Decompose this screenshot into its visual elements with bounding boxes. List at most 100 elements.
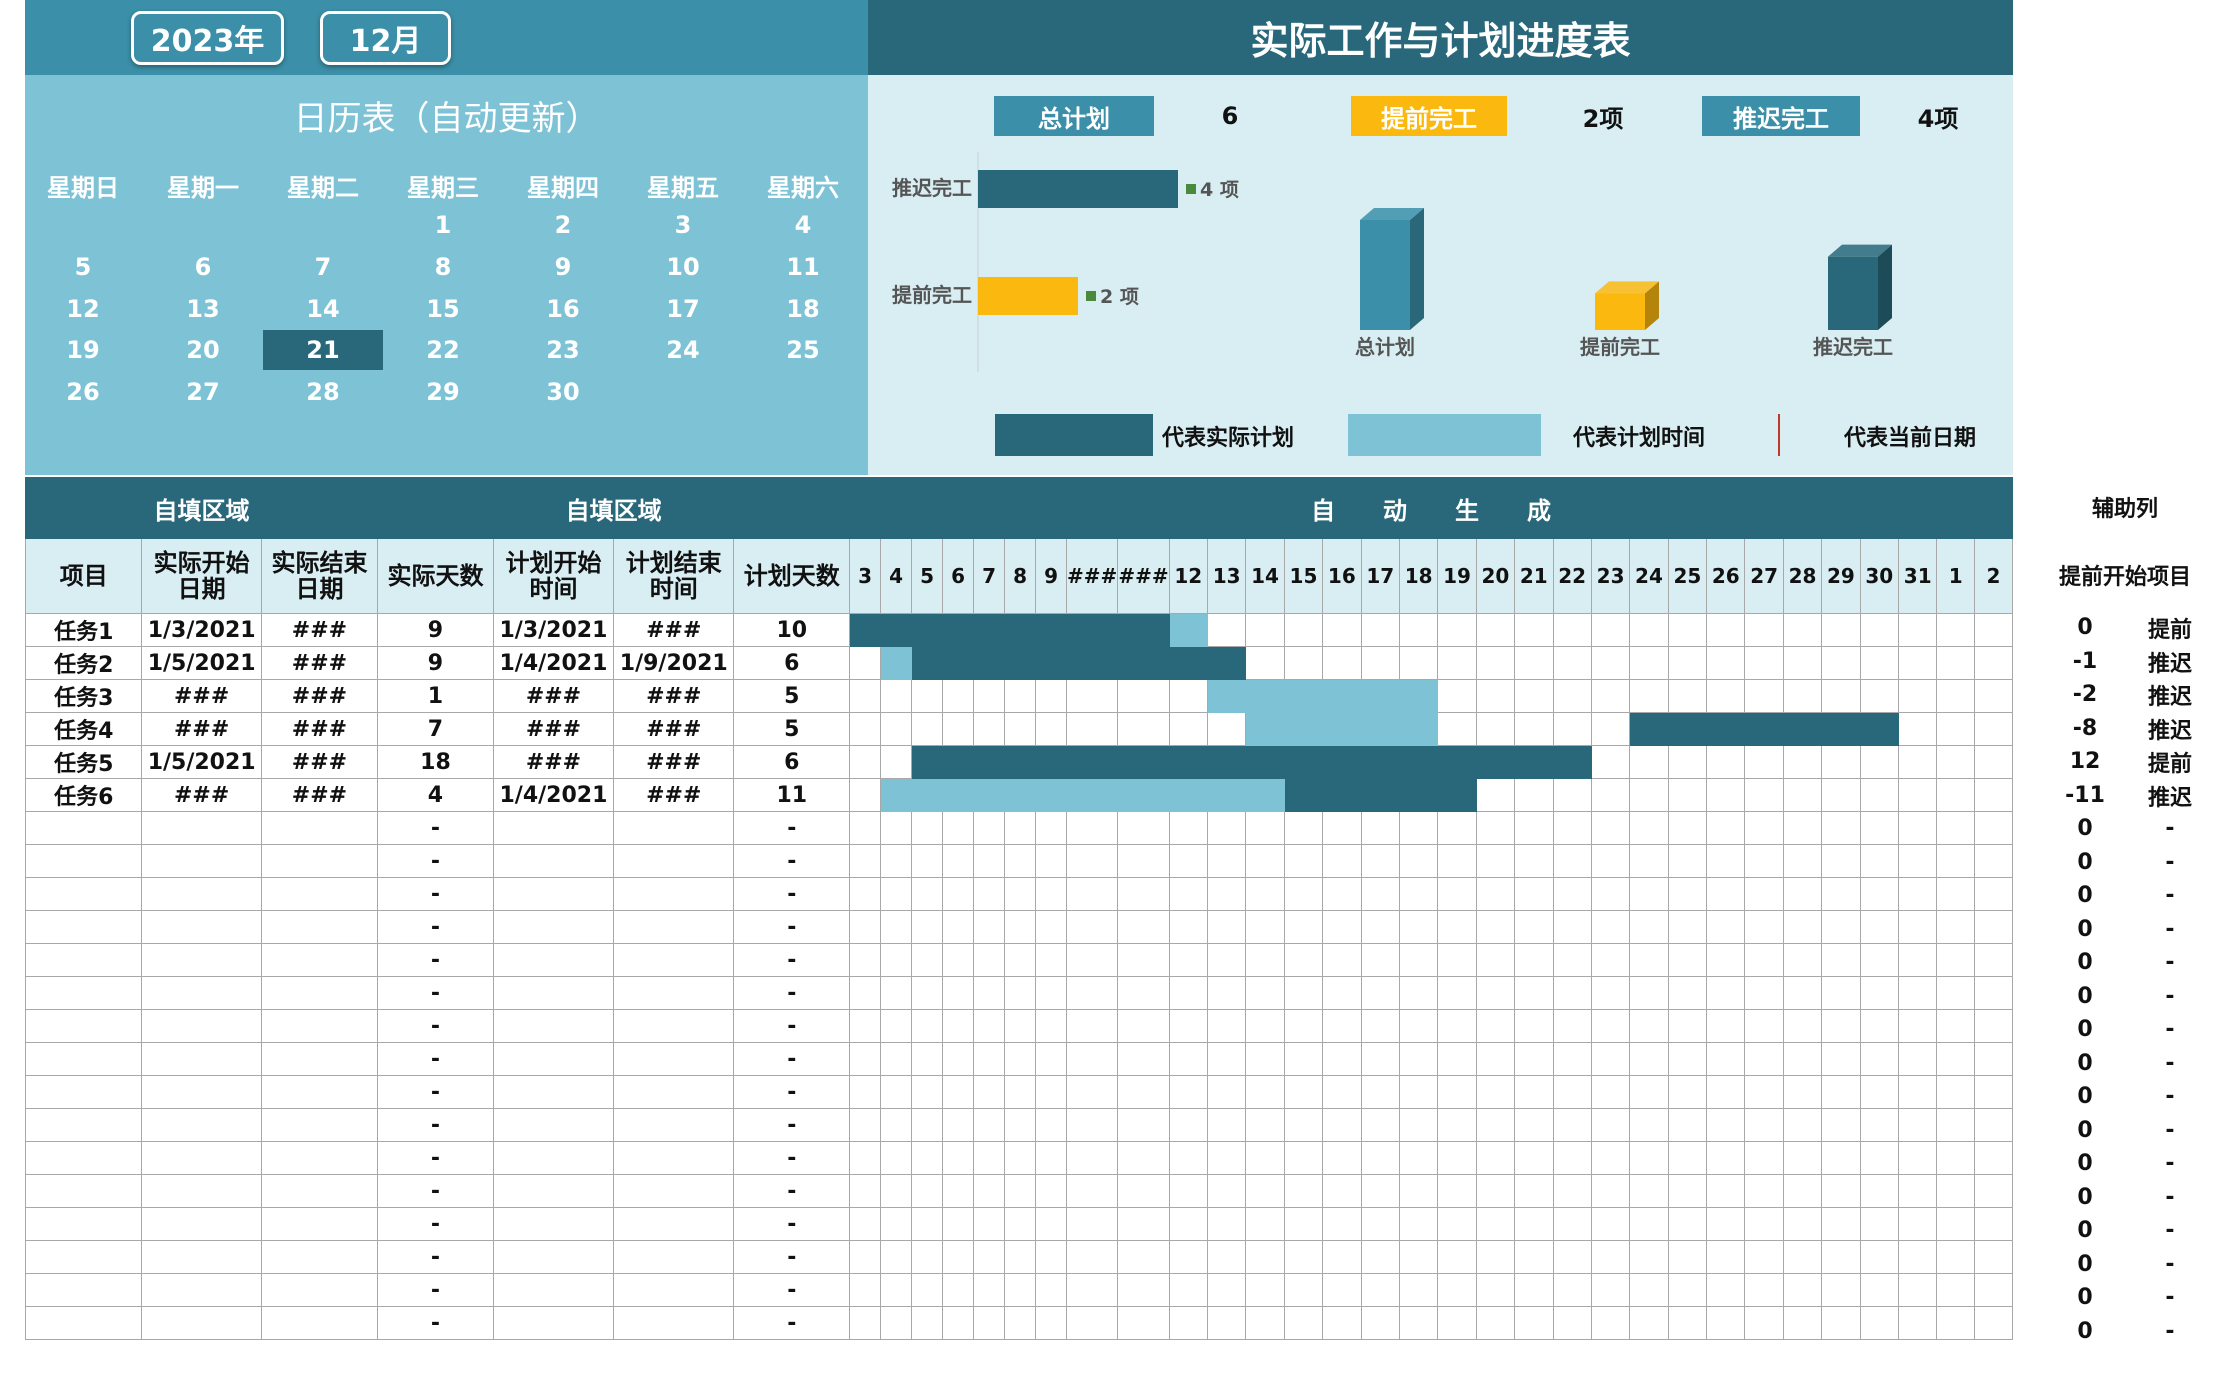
- cell-empty[interactable]: [24, 910, 143, 944]
- cell-empty[interactable]: [141, 844, 262, 878]
- cell-empty[interactable]: [613, 1240, 735, 1274]
- cell-dash[interactable]: -: [733, 811, 851, 845]
- cell-dash[interactable]: -: [377, 1075, 494, 1109]
- cell-empty[interactable]: [24, 877, 143, 911]
- cell-empty[interactable]: [141, 811, 262, 845]
- cell-empty[interactable]: [260, 976, 379, 1010]
- cell-empty[interactable]: [260, 1306, 379, 1340]
- cell-name[interactable]: 任务2: [24, 646, 143, 680]
- calendar-day[interactable]: 19: [23, 330, 143, 370]
- cell-p_days[interactable]: 11: [733, 778, 851, 812]
- cell-empty[interactable]: [141, 1042, 262, 1076]
- cell-dash[interactable]: -: [733, 844, 851, 878]
- cell-p_start[interactable]: 1/4/2021: [492, 778, 615, 812]
- calendar-day[interactable]: 8: [383, 247, 503, 287]
- cell-dash[interactable]: -: [733, 943, 851, 977]
- cell-dash[interactable]: -: [377, 976, 494, 1010]
- cell-dash[interactable]: -: [733, 1141, 851, 1175]
- calendar-day[interactable]: 15: [383, 289, 503, 329]
- cell-empty[interactable]: [492, 943, 615, 977]
- cell-p_end[interactable]: ###: [613, 712, 735, 746]
- cell-empty[interactable]: [613, 1042, 735, 1076]
- cell-a_end[interactable]: ###: [260, 778, 379, 812]
- cell-a_days[interactable]: 9: [377, 646, 494, 680]
- cell-empty[interactable]: [613, 1306, 735, 1340]
- cell-empty[interactable]: [492, 1174, 615, 1208]
- cell-empty[interactable]: [492, 910, 615, 944]
- cell-empty[interactable]: [24, 1174, 143, 1208]
- calendar-day[interactable]: 28: [263, 372, 383, 412]
- cell-dash[interactable]: -: [733, 1174, 851, 1208]
- cell-dash[interactable]: -: [377, 1207, 494, 1241]
- calendar-day[interactable]: 29: [383, 372, 503, 412]
- calendar-day[interactable]: 9: [503, 247, 623, 287]
- cell-a_end[interactable]: ###: [260, 745, 379, 779]
- cell-empty[interactable]: [613, 1273, 735, 1307]
- calendar-day[interactable]: 5: [23, 247, 143, 287]
- year-selector[interactable]: 2023年: [131, 11, 284, 65]
- calendar-day[interactable]: 3: [623, 205, 743, 245]
- cell-empty[interactable]: [141, 1174, 262, 1208]
- cell-empty[interactable]: [141, 976, 262, 1010]
- cell-name[interactable]: 任务4: [24, 712, 143, 746]
- cell-empty[interactable]: [492, 1207, 615, 1241]
- cell-a_days[interactable]: 7: [377, 712, 494, 746]
- cell-empty[interactable]: [24, 844, 143, 878]
- cell-p_days[interactable]: 6: [733, 646, 851, 680]
- cell-empty[interactable]: [24, 1108, 143, 1142]
- cell-dash[interactable]: -: [377, 1174, 494, 1208]
- cell-empty[interactable]: [141, 1273, 262, 1307]
- cell-empty[interactable]: [260, 844, 379, 878]
- cell-empty[interactable]: [260, 1141, 379, 1175]
- cell-empty[interactable]: [613, 1141, 735, 1175]
- cell-empty[interactable]: [613, 844, 735, 878]
- cell-empty[interactable]: [492, 877, 615, 911]
- cell-empty[interactable]: [24, 1207, 143, 1241]
- calendar-day[interactable]: 11: [743, 247, 863, 287]
- cell-empty[interactable]: [613, 1174, 735, 1208]
- cell-dash[interactable]: -: [733, 976, 851, 1010]
- cell-empty[interactable]: [24, 1075, 143, 1109]
- cell-empty[interactable]: [613, 1075, 735, 1109]
- cell-empty[interactable]: [613, 976, 735, 1010]
- calendar-day[interactable]: 20: [143, 330, 263, 370]
- cell-empty[interactable]: [141, 1306, 262, 1340]
- cell-p_end[interactable]: ###: [613, 745, 735, 779]
- cell-empty[interactable]: [24, 1141, 143, 1175]
- cell-empty[interactable]: [260, 943, 379, 977]
- cell-a_start[interactable]: ###: [141, 712, 262, 746]
- cell-dash[interactable]: -: [377, 1306, 494, 1340]
- cell-empty[interactable]: [260, 1174, 379, 1208]
- cell-a_start[interactable]: ###: [141, 679, 262, 713]
- cell-empty[interactable]: [24, 976, 143, 1010]
- cell-empty[interactable]: [492, 1042, 615, 1076]
- cell-empty[interactable]: [492, 844, 615, 878]
- cell-dash[interactable]: -: [733, 1240, 851, 1274]
- cell-empty[interactable]: [24, 1009, 143, 1043]
- cell-empty[interactable]: [613, 910, 735, 944]
- cell-p_start[interactable]: ###: [492, 712, 615, 746]
- calendar-day[interactable]: 26: [23, 372, 143, 412]
- cell-empty[interactable]: [24, 943, 143, 977]
- cell-empty[interactable]: [141, 1075, 262, 1109]
- cell-p_start[interactable]: 1/4/2021: [492, 646, 615, 680]
- cell-dash[interactable]: -: [377, 1108, 494, 1142]
- cell-a_days[interactable]: 18: [377, 745, 494, 779]
- cell-dash[interactable]: -: [377, 943, 494, 977]
- calendar-day[interactable]: 7: [263, 247, 383, 287]
- cell-empty[interactable]: [492, 1141, 615, 1175]
- calendar-day-selected[interactable]: 21: [263, 330, 383, 370]
- calendar-day[interactable]: 1: [383, 205, 503, 245]
- cell-dash[interactable]: -: [377, 844, 494, 878]
- cell-empty[interactable]: [24, 1240, 143, 1274]
- cell-empty[interactable]: [260, 1042, 379, 1076]
- cell-empty[interactable]: [141, 1141, 262, 1175]
- calendar-day[interactable]: 14: [263, 289, 383, 329]
- calendar-day[interactable]: 25: [743, 330, 863, 370]
- cell-empty[interactable]: [492, 1075, 615, 1109]
- cell-empty[interactable]: [492, 1306, 615, 1340]
- cell-a_end[interactable]: ###: [260, 613, 379, 647]
- calendar-day[interactable]: 12: [23, 289, 143, 329]
- cell-p_end[interactable]: ###: [613, 613, 735, 647]
- calendar-day[interactable]: 16: [503, 289, 623, 329]
